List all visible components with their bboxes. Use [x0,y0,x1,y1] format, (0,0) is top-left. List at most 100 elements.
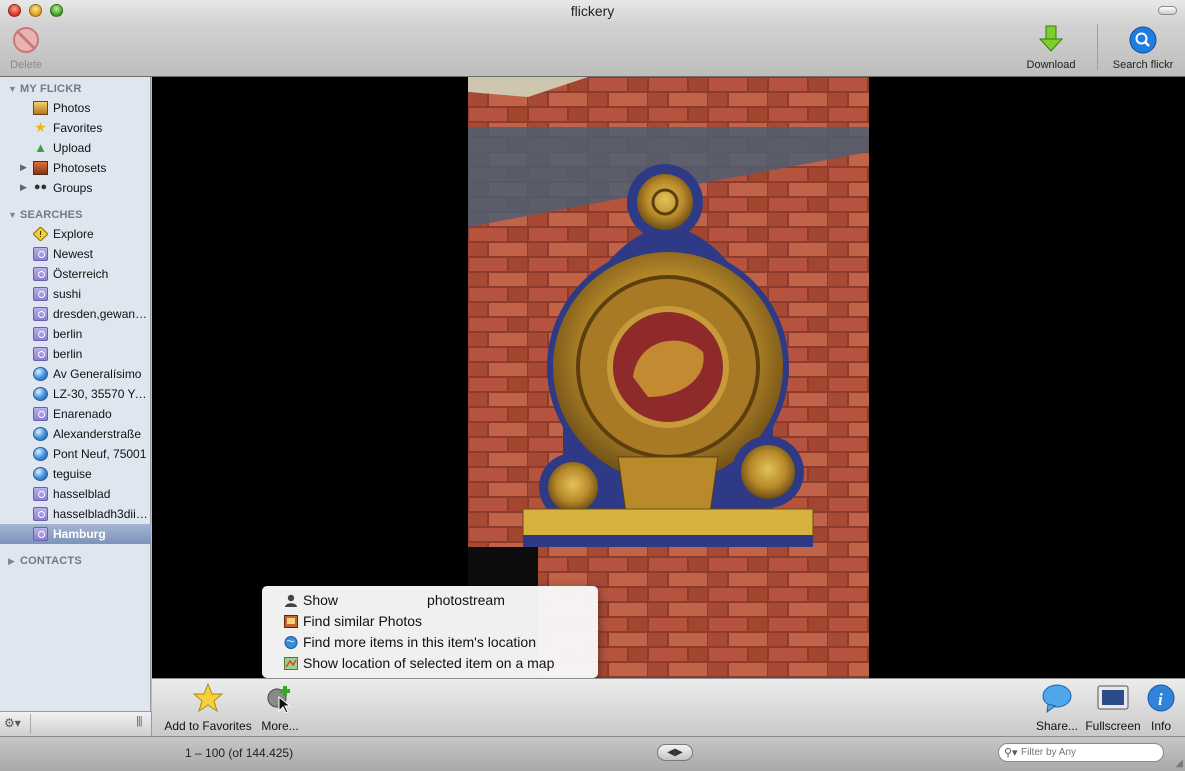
star-icon [192,682,224,713]
section-searches[interactable]: ▼ SEARCHES [0,208,151,224]
sidebar-item-search[interactable]: Enarenado [0,404,151,424]
sidebar-item-search[interactable]: hasselblad [0,484,151,504]
sidebar-footer: ⚙▾ ||| [0,711,152,736]
sidebar-item-label: Alexanderstraße [53,427,142,441]
globe-icon [33,427,48,441]
map-icon [284,657,298,670]
window-title: flickery [570,3,615,19]
menu-item-suffix: photostream [427,592,505,608]
info-icon: i [1147,684,1175,712]
section-contacts[interactable]: ▶ CONTACTS [0,554,151,570]
result-count: 1 – 100 (of 144.425) [185,746,294,760]
sidebar-item-label: LZ-30, 35570 Yaiza [53,387,149,401]
filter-field[interactable]: ⚲▾ [998,743,1164,762]
sidebar-item-location-search[interactable]: Alexanderstraße [0,424,151,444]
previous-page-icon[interactable]: ◀ [667,747,675,758]
next-page-icon[interactable]: ▶ [675,747,683,758]
section-heading: MY FLICKR [20,83,82,95]
menu-item-find-location[interactable]: Find more items in this item's location [262,632,598,653]
sidebar-item-location-search[interactable]: Av Generalísimo [0,364,151,384]
sidebar-item-label: Photosets [53,161,107,175]
disclosure-collapsed-icon: ▶ [8,556,16,566]
toolbar-separator [1097,24,1098,70]
folder-icon [33,527,48,541]
folder-icon [33,487,48,501]
sidebar-item-label: Pont Neuf, 75001 [53,447,147,461]
sidebar-item-photosets[interactable]: ▶ Photosets [0,158,151,178]
sidebar-item-label: Favorites [53,121,103,135]
section-heading: CONTACTS [20,555,82,567]
photos-icon [33,101,48,115]
download-icon [1038,25,1064,52]
sidebar-item-explore[interactable]: ! Explore [0,224,151,244]
footer-divider [30,714,31,734]
sidebar-item-label: hasselbladh3dii39 [53,507,149,521]
search-filter-icon[interactable]: ⚲▾ [1004,746,1018,759]
search-flickr-button[interactable]: Search flickr [1104,26,1182,71]
toolbar-toggle-button[interactable] [1158,6,1177,15]
folder-icon [33,327,48,341]
filter-input[interactable] [1021,745,1159,760]
more-label: More... [261,719,299,733]
sidebar-item-search[interactable]: sushi [0,284,151,304]
sidebar-item-label: Explore [53,227,94,241]
groups-icon: ●● [33,181,48,193]
sidebar-item-location-search[interactable]: teguise [0,464,151,484]
sidebar-item-search[interactable]: dresden,gewandhaus [0,304,151,324]
search-flickr-label: Search flickr [1112,59,1174,71]
menu-item-show-on-map[interactable]: Show location of selected item on a map [262,653,598,674]
add-to-favorites-button[interactable]: Add to Favorites [162,682,254,733]
info-button[interactable]: i Info [1147,683,1175,733]
resize-handle-icon[interactable]: ||| [136,715,143,727]
sidebar-item-favorites[interactable]: ★ Favorites [0,118,151,138]
sidebar-item-photos[interactable]: Photos [0,98,151,118]
disclosure-expanded-icon: ▼ [8,210,18,220]
sidebar-item-location-search[interactable]: LZ-30, 35570 Yaiza [0,384,151,404]
more-button[interactable]: More... [258,683,302,733]
folder-icon [33,287,48,301]
sidebar-item-upload[interactable]: ▲ Upload [0,138,151,158]
sidebar-item-search[interactable]: hasselbladh3dii39 [0,504,151,524]
sidebar-item-label: Av Generalísimo [53,367,142,381]
sidebar-item-search[interactable]: berlin [0,344,151,364]
sidebar-item-label: Groups [53,181,93,195]
window-toolbar: flickery Delete Download Search flickr [0,0,1185,77]
photos-icon [284,615,298,628]
section-my-flickr[interactable]: ▼ MY FLICKR [0,82,151,98]
sidebar-item-label: Hamburg [53,527,106,541]
info-label: Info [1150,719,1171,733]
speech-bubble-icon [1042,684,1072,714]
page-navigation[interactable]: ◀▶ [657,744,693,761]
globe-icon [284,636,298,649]
delete-icon [13,27,39,53]
delete-button[interactable]: Delete [4,26,48,71]
disclosure-expanded-icon: ▼ [8,84,18,94]
sidebar-item-hamburg-selected[interactable]: Hamburg [0,524,151,544]
menu-item-label: Find more items in this item's location [303,634,536,650]
window-resize-grip-icon[interactable]: ◢ [1175,758,1183,769]
sidebar-item-search[interactable]: Newest [0,244,151,264]
folder-icon [33,347,48,361]
folder-icon [33,307,48,321]
fullscreen-button[interactable]: Fullscreen [1084,683,1142,733]
disclosure-collapsed-icon[interactable]: ▶ [20,162,27,173]
sidebar-item-label: sushi [53,287,82,301]
download-button[interactable]: Download [1018,24,1084,71]
sidebar-item-search[interactable]: Österreich [0,264,151,284]
star-icon: ★ [34,119,47,135]
globe-icon [33,367,48,381]
gear-icon[interactable]: ⚙▾ [4,716,21,730]
menu-item-show-photostream[interactable]: Show photostream [262,590,598,611]
share-button[interactable]: Share... [1034,683,1080,733]
sidebar-item-label: berlin [53,327,83,341]
sidebar-item-location-search[interactable]: Pont Neuf, 75001 [0,444,151,464]
person-icon [285,594,297,607]
sidebar-item-search[interactable]: berlin [0,324,151,344]
sidebar-item-label: berlin [53,347,83,361]
folder-icon [33,507,48,521]
menu-item-find-similar[interactable]: Find similar Photos [262,611,598,632]
sidebar-item-groups[interactable]: ▶ ●● Groups [0,178,151,198]
upload-icon: ▲ [34,140,47,155]
fullscreen-label: Fullscreen [1085,719,1141,733]
disclosure-collapsed-icon[interactable]: ▶ [20,182,27,193]
